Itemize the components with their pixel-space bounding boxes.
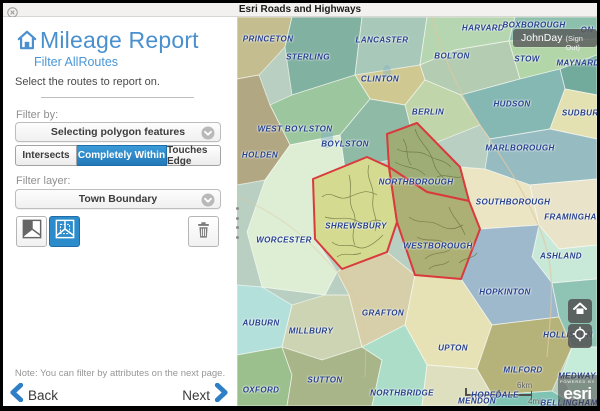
crosshair-icon <box>572 326 588 347</box>
scale-mi-label: 4mi <box>528 397 541 406</box>
chevron-down-icon <box>201 193 215 207</box>
esri-logo: POWERED BY esri <box>558 375 597 406</box>
clear-selection-button[interactable] <box>188 216 219 247</box>
town-label: LANCASTER <box>356 36 409 45</box>
town-label: MARLBOROUGH <box>485 144 554 153</box>
draw-polygon-tool-button[interactable] <box>16 216 47 247</box>
close-icon[interactable] <box>7 5 18 16</box>
chevron-left-icon <box>9 383 24 407</box>
esri-brand-label: esri <box>558 384 597 404</box>
completely-within-button[interactable]: Completely Within <box>77 145 167 166</box>
town-label: STOW <box>514 55 539 64</box>
mileage-report-icon <box>17 29 37 51</box>
sign-out-label: (Sign Out) <box>565 34 589 52</box>
town-label: UPTON <box>438 344 468 353</box>
town-label: BERLIN <box>412 108 444 117</box>
town-label: PRINCETON <box>243 35 294 44</box>
chevron-down-icon <box>201 126 215 140</box>
town-label: WEST BOYLSTON <box>258 125 333 134</box>
next-button[interactable]: Next <box>178 383 229 407</box>
town-label: BOYLSTON <box>321 140 369 149</box>
select-by-polygon-tool-button[interactable] <box>49 216 80 247</box>
next-label: Next <box>182 388 210 403</box>
mileage-report-panel: Mileage Report Filter AllRoutes Select t… <box>3 17 237 406</box>
town-label: MAYNARD <box>556 59 597 68</box>
spatial-filter-segmented-control: Intersects Completely Within Touches Edg… <box>15 145 221 166</box>
town-label: OXFORD <box>243 386 280 395</box>
locate-button[interactable] <box>568 324 592 348</box>
town-label: NORTHBRIDGE <box>370 389 434 398</box>
filter-by-value: Selecting polygon features <box>51 126 185 138</box>
town-label: HUDSON <box>493 100 530 109</box>
town-label: CLINTON <box>361 75 399 84</box>
town-label: FRAMINGHAM <box>544 213 597 222</box>
town-label: ASHLAND <box>540 252 582 261</box>
filter-layer-value: Town Boundary <box>79 193 158 205</box>
back-label: Back <box>28 388 58 403</box>
page-title: Mileage Report <box>40 27 199 54</box>
chevron-right-icon <box>214 383 229 407</box>
town-boundary-basemap[interactable] <box>237 17 597 406</box>
scale-km-label: 6km <box>517 381 532 390</box>
user-sign-out-button[interactable]: JohnDay (Sign Out) <box>513 29 597 47</box>
panel-resize-handle[interactable] <box>233 207 241 239</box>
town-label: SUTTON <box>307 376 342 385</box>
town-label: BOLTON <box>434 52 469 61</box>
town-label: MILFORD <box>503 366 542 375</box>
window-titlebar: Esri Roads and Highways <box>3 3 597 17</box>
town-label: SOUTHBOROUGH <box>476 198 551 207</box>
intersects-button[interactable]: Intersects <box>15 145 77 166</box>
town-label: MILLBURY <box>289 327 333 336</box>
polygon-select-icon <box>55 219 75 244</box>
town-label: NORTHBOROUGH <box>379 178 454 187</box>
note-text: Note: You can filter by attributes on th… <box>3 368 237 379</box>
trash-icon <box>195 220 212 244</box>
town-label: WESTBOROUGH <box>403 242 472 251</box>
polygon-partition-icon <box>22 219 42 244</box>
town-label: WORCESTER <box>256 236 312 245</box>
filter-by-label: Filter by: <box>16 109 58 121</box>
page-subtitle: Filter AllRoutes <box>34 55 118 69</box>
map-view[interactable]: PRINCETON STERLING LANCASTER CLINTON BOLTON H… <box>237 17 597 406</box>
filter-layer-dropdown[interactable]: Town Boundary <box>15 189 221 209</box>
divider <box>41 97 194 98</box>
instruction-text: Select the routes to report on. <box>15 76 160 88</box>
town-label: AUBURN <box>242 319 279 328</box>
town-label: HARVARD <box>462 24 504 33</box>
home-button[interactable] <box>568 299 592 323</box>
town-label: STERLING <box>286 53 330 62</box>
touches-edge-button[interactable]: Touches Edge <box>167 145 221 166</box>
town-label: HOPKINTON <box>479 288 530 297</box>
town-label: MENDON <box>458 397 496 406</box>
user-name: JohnDay <box>521 29 562 47</box>
back-button[interactable]: Back <box>9 383 62 407</box>
town-label: SHREWSBURY <box>325 222 387 231</box>
filter-layer-label: Filter layer: <box>16 175 70 187</box>
town-label: GRAFTON <box>362 309 404 318</box>
home-icon <box>573 302 587 320</box>
town-label: SUDBURY <box>562 109 597 118</box>
app-window: Esri Roads and Highways Mileage Report F… <box>0 0 600 411</box>
town-label: HOLDEN <box>242 151 278 160</box>
window-title: Esri Roads and Highways <box>3 3 597 17</box>
filter-by-dropdown[interactable]: Selecting polygon features <box>15 122 221 142</box>
